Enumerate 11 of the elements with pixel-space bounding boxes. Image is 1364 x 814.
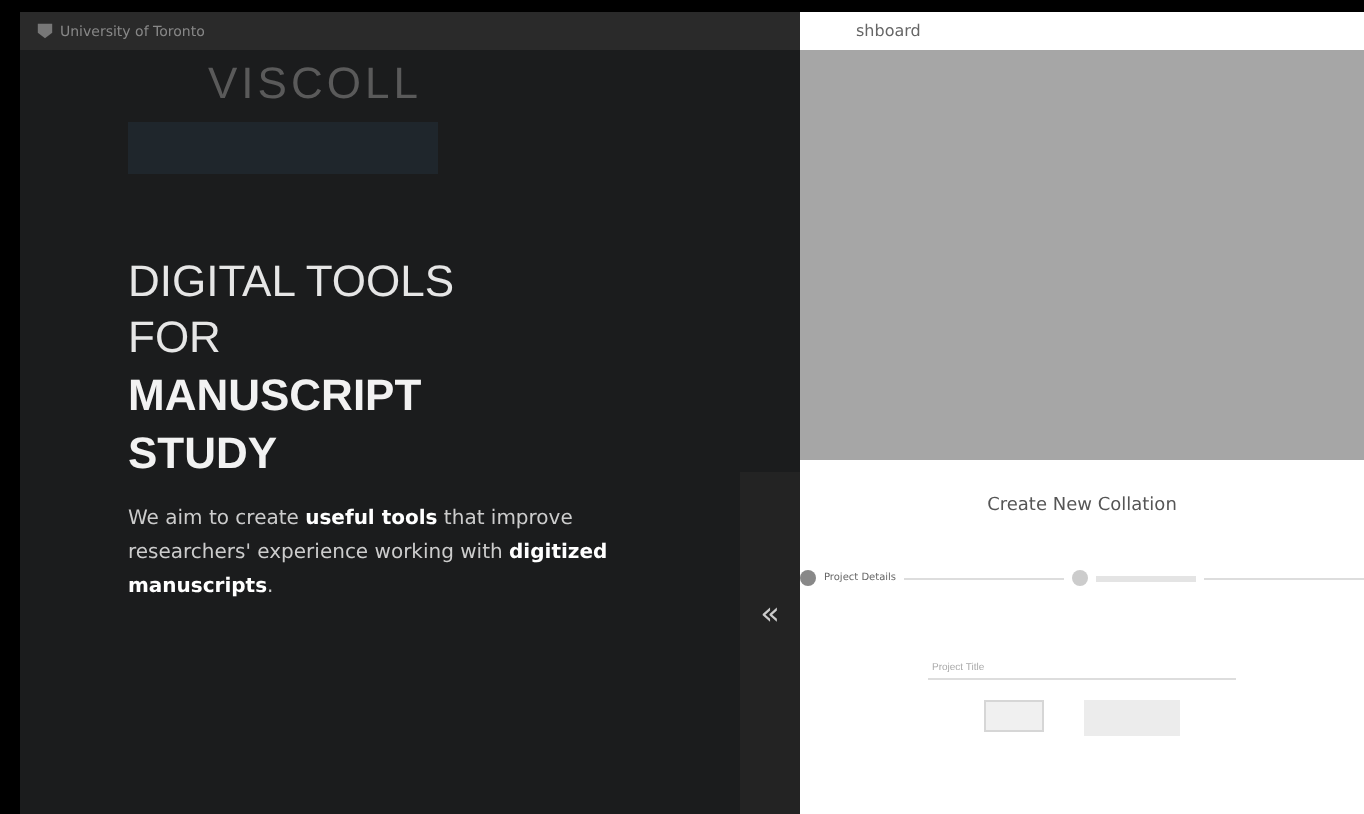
hero-heading: DIGITAL TOOLS <box>128 254 457 310</box>
modal-title: Create New Collation <box>987 496 1177 516</box>
app-title: VISCOLL <box>208 58 424 110</box>
hero-heading: FOR <box>128 310 223 366</box>
hero-heading: STUDY <box>128 426 280 482</box>
hero-text: We aim to create useful tools that improve researchers' experience working with digitized manuscripts. <box>128 506 608 602</box>
collapse-toggle[interactable]: « <box>760 594 780 632</box>
crest-icon <box>36 22 54 40</box>
hero-heading: MANUSCRIPT <box>128 368 424 424</box>
breadcrumb[interactable]: shboard <box>856 22 921 40</box>
cancel-button[interactable] <box>984 700 1044 732</box>
